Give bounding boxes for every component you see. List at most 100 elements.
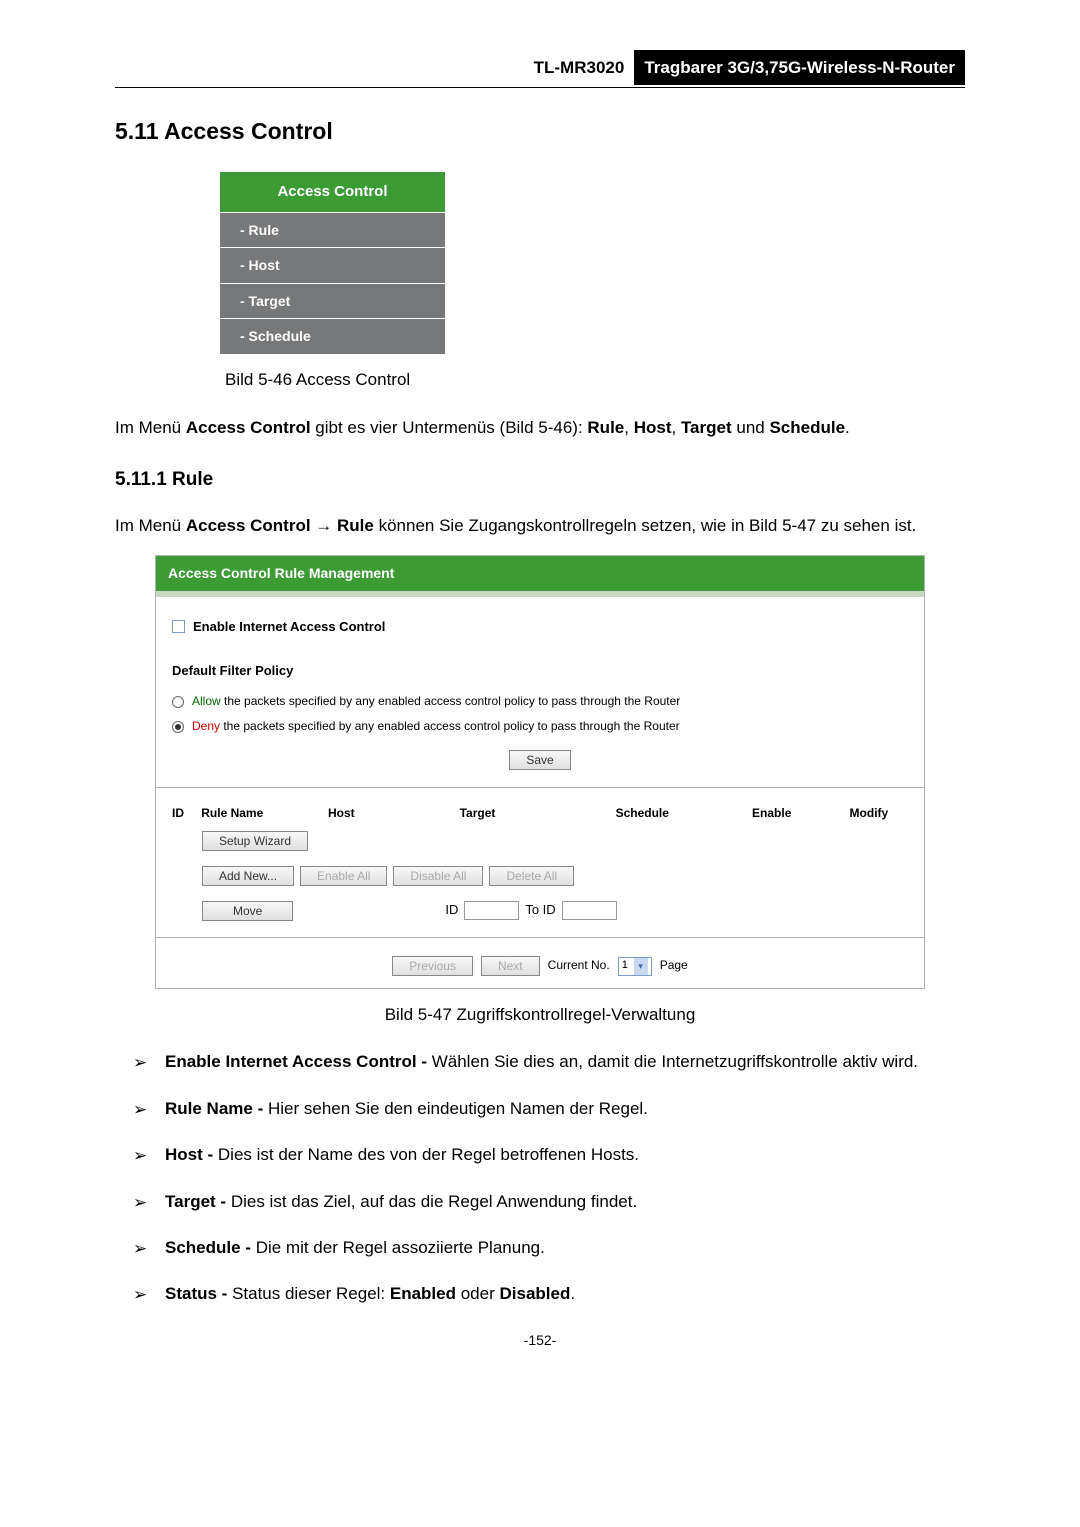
text: the packets specified by any enabled acc…: [220, 719, 680, 733]
to-id-label: To ID: [525, 900, 555, 921]
bullet-icon: ➢: [133, 1046, 151, 1078]
list-item: ➢ Rule Name - Hier sehen Sie den eindeut…: [115, 1093, 965, 1125]
allow-policy-row: Allow the packets specified by any enabl…: [172, 692, 908, 711]
deny-keyword: Deny: [192, 719, 220, 733]
id-input[interactable]: [464, 901, 519, 920]
allow-keyword: Allow: [192, 694, 221, 708]
id-label: ID: [445, 900, 458, 921]
current-no-label: Current No.: [548, 956, 610, 975]
text-bold: Target: [681, 418, 732, 437]
figure-caption-47: Bild 5-47 Zugriffskontrollregel-Verwaltu…: [115, 1001, 965, 1028]
text: Hier sehen Sie den eindeutigen Namen der…: [268, 1099, 648, 1118]
menu-header: Access Control: [220, 172, 445, 212]
text: ,: [671, 418, 680, 437]
disable-all-button[interactable]: Disable All: [393, 866, 483, 886]
move-button[interactable]: Move: [202, 901, 293, 921]
text: Wählen Sie dies an, damit die Internetzu…: [432, 1052, 918, 1071]
to-id-input[interactable]: [562, 901, 617, 920]
text: und: [732, 418, 770, 437]
page-number: -152-: [115, 1329, 965, 1351]
bullet-icon: ➢: [133, 1278, 151, 1310]
text: Im Menü: [115, 516, 186, 535]
rules-table-header: ID Rule Name Host Target Schedule Enable…: [172, 804, 908, 823]
col-modify: Modify: [850, 804, 908, 823]
deny-radio[interactable]: [172, 721, 184, 733]
text: .: [845, 418, 850, 437]
list-item: ➢ Host - Dies ist der Name des von der R…: [115, 1139, 965, 1171]
col-enable: Enable: [752, 804, 849, 823]
text: the packets specified by any enabled acc…: [221, 694, 681, 708]
text-bold: Access Control → Rule: [186, 516, 374, 535]
text-bold: Status -: [165, 1284, 232, 1303]
text: Dies ist der Name des von der Regel betr…: [218, 1145, 639, 1164]
text-bold: Host -: [165, 1145, 218, 1164]
enable-checkbox[interactable]: [172, 620, 185, 633]
page-value: 1: [622, 957, 628, 975]
divider: [156, 787, 924, 788]
text-bold: Rule Name -: [165, 1099, 268, 1118]
figure-caption-46: Bild 5-46 Access Control: [225, 366, 965, 393]
page-select[interactable]: 1 ▾: [618, 957, 652, 976]
col-id: ID: [172, 804, 201, 823]
text: Im Menü: [115, 418, 186, 437]
setup-wizard-button[interactable]: Setup Wizard: [202, 831, 308, 851]
deny-label: Deny the packets specified by any enable…: [192, 717, 680, 736]
bullet-icon: ➢: [133, 1186, 151, 1218]
text-bold: Target -: [165, 1192, 231, 1211]
description-list: ➢ Enable Internet Access Control - Wähle…: [115, 1046, 965, 1311]
list-item: ➢ Enable Internet Access Control - Wähle…: [115, 1046, 965, 1078]
page-header: TL-MR3020 Tragbarer 3G/3,75G-Wireless-N-…: [115, 50, 965, 88]
chevron-down-icon: ▾: [634, 958, 648, 975]
model-label: TL-MR3020: [524, 50, 635, 85]
text-bold: Access Control: [186, 418, 311, 437]
text-bold: Rule: [587, 418, 624, 437]
text: können Sie Zugangskontrollregeln setzen,…: [374, 516, 916, 535]
bullet-icon: ➢: [133, 1139, 151, 1171]
bullet-icon: ➢: [133, 1232, 151, 1264]
allow-radio[interactable]: [172, 696, 184, 708]
enable-all-button[interactable]: Enable All: [300, 866, 387, 886]
text: .: [570, 1284, 575, 1303]
previous-button[interactable]: Previous: [392, 956, 473, 976]
add-new-button[interactable]: Add New...: [202, 866, 294, 886]
list-item: ➢ Target - Dies ist das Ziel, auf das di…: [115, 1186, 965, 1218]
enable-access-control-row: Enable Internet Access Control: [172, 617, 908, 638]
divider: [156, 937, 924, 938]
save-button[interactable]: Save: [509, 750, 570, 770]
page-label: Page: [660, 956, 688, 975]
section-title: 5.11 Access Control: [115, 113, 965, 150]
text: oder: [456, 1284, 499, 1303]
paragraph-1: Im Menü Access Control gibt es vier Unte…: [115, 411, 965, 445]
text-bold: Schedule: [769, 418, 845, 437]
model-desc: Tragbarer 3G/3,75G-Wireless-N-Router: [634, 50, 965, 85]
menu-item-rule[interactable]: - Rule: [220, 212, 445, 247]
delete-all-button[interactable]: Delete All: [489, 866, 574, 886]
access-control-menu: Access Control - Rule - Host - Target - …: [220, 172, 445, 354]
next-button[interactable]: Next: [481, 956, 540, 976]
list-item: ➢ Status - Status dieser Regel: Enabled …: [115, 1278, 965, 1310]
paragraph-2: Im Menü Access Control → Rule können Sie…: [115, 509, 965, 543]
menu-item-schedule[interactable]: - Schedule: [220, 318, 445, 353]
list-item: ➢ Schedule - Die mit der Regel assoziier…: [115, 1232, 965, 1264]
bullet-icon: ➢: [133, 1093, 151, 1125]
text-bold: Enable Internet Access Control -: [165, 1052, 432, 1071]
text: ,: [624, 418, 633, 437]
text-bold: Schedule -: [165, 1238, 256, 1257]
col-host: Host: [328, 804, 460, 823]
text: Status dieser Regel:: [232, 1284, 390, 1303]
subsection-title: 5.11.1 Rule: [115, 465, 965, 495]
text-bold: Disabled: [499, 1284, 570, 1303]
menu-item-host[interactable]: - Host: [220, 247, 445, 282]
text-bold: Enabled: [390, 1284, 456, 1303]
enable-label: Enable Internet Access Control: [193, 617, 385, 638]
text-bold: Host: [634, 418, 672, 437]
text: gibt es vier Untermenüs (Bild 5-46):: [311, 418, 588, 437]
policy-title: Default Filter Policy: [172, 661, 908, 682]
text: Dies ist das Ziel, auf das die Regel Anw…: [231, 1192, 637, 1211]
deny-policy-row: Deny the packets specified by any enable…: [172, 717, 908, 736]
pagination: Previous Next Current No. 1 ▾ Page: [172, 956, 908, 976]
col-schedule: Schedule: [616, 804, 752, 823]
allow-label: Allow the packets specified by any enabl…: [192, 692, 680, 711]
text: Die mit der Regel assoziierte Planung.: [256, 1238, 545, 1257]
menu-item-target[interactable]: - Target: [220, 283, 445, 318]
